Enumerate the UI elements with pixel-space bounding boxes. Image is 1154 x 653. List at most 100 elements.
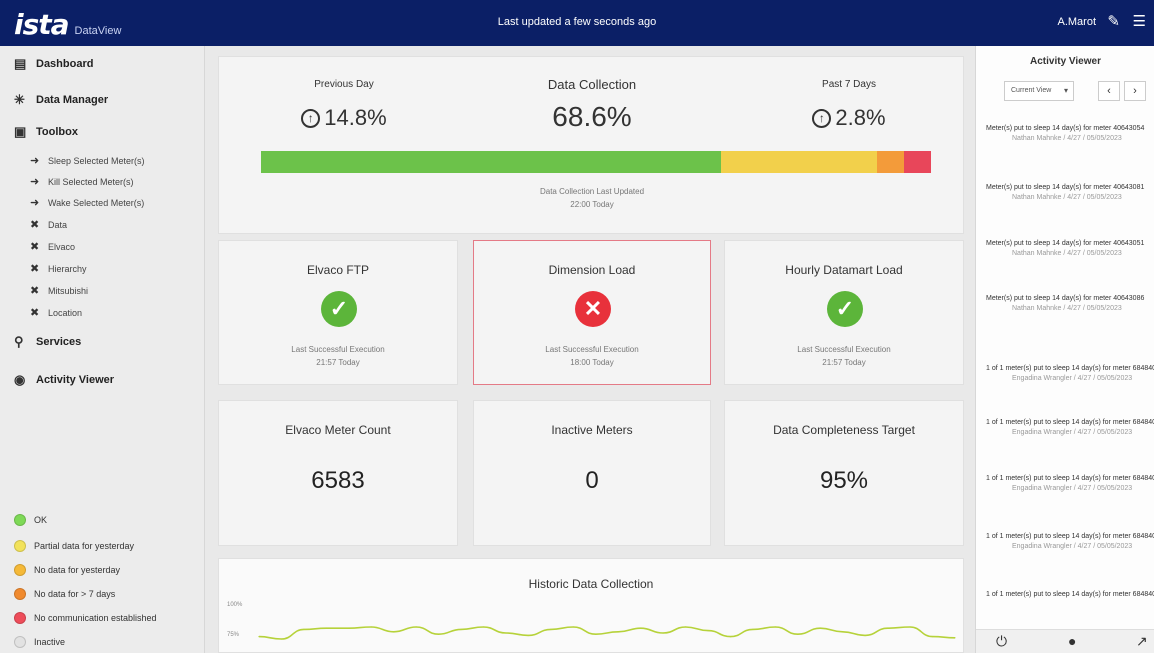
stat-card-title: Inactive Meters [551, 423, 633, 437]
user-name[interactable]: A.Marot [1057, 16, 1096, 28]
activity-filter-select[interactable]: Current View ▾ [1004, 81, 1074, 101]
toolbox-item-label: Elvaco [48, 241, 76, 252]
data-point [797, 633, 799, 635]
status-card-time: 21:57 Today [822, 358, 866, 367]
data-point [370, 626, 372, 628]
data-point [438, 633, 440, 635]
sidebar-item-services[interactable]: ⚲ Services [14, 334, 81, 350]
top-bar: ista DataView Last updated a few seconds… [0, 0, 1154, 46]
sidebar-item-activity-viewer[interactable]: ◉ Activity Viewer [14, 372, 114, 388]
past-7-days-label: Past 7 Days [822, 79, 876, 90]
data-point [662, 632, 664, 634]
data-point [415, 626, 417, 628]
historic-data-collection-card: Historic Data Collection 100% 75% [218, 558, 964, 653]
link-icon[interactable]: ↗ [1136, 633, 1148, 650]
toolbox-item-elvaco[interactable]: ✖ Elvaco [30, 240, 75, 253]
progress-segment-ok [261, 151, 721, 173]
data-point [348, 627, 350, 629]
data-collection-label: Data Collection [547, 77, 637, 92]
legend-item-no-data-7-days: No data for > 7 days [14, 588, 115, 600]
data-point [909, 626, 911, 628]
data-point [258, 636, 260, 638]
arrow-right-icon: ➜ [30, 197, 40, 209]
data-collection-card: Previous Day ↑ 14.8% Data Collection 68.6… [218, 56, 964, 234]
data-point [707, 630, 709, 632]
activity-text: Meter(s) put to sleep 14 day(s) for mete… [986, 240, 1145, 247]
data-point [325, 627, 327, 629]
last-updated-status: Last updated a few seconds ago [497, 16, 657, 28]
status-card-hourly-datamart-load[interactable]: Hourly Datamart Load ✓ Last Successful E… [724, 240, 964, 385]
power-icon[interactable]: ⏻ [996, 633, 1007, 650]
past-7-days-value: ↑ 2.8% [774, 105, 924, 131]
tools-icon: ✖ [30, 307, 40, 319]
toolbox-item-label: Hierarchy [48, 263, 87, 274]
stat-card-data-completeness-target: Data Completeness Target 95% [724, 400, 964, 546]
activity-viewer-title: Activity Viewer [1030, 56, 1101, 67]
menu-icon[interactable]: ☰ [1133, 12, 1146, 30]
toolbox-item-label: Kill Selected Meter(s) [48, 176, 134, 187]
data-point [550, 628, 552, 630]
status-card-caption-label: Last Successful Execution [797, 345, 891, 354]
toolbox-item-wake[interactable]: ➜ Wake Selected Meter(s) [30, 196, 144, 209]
legend-label: No data for yesterday [34, 565, 121, 575]
data-point [774, 626, 776, 628]
edit-icon[interactable]: ✎ [1107, 12, 1120, 30]
legend-dot [14, 564, 26, 576]
toolbox-item-hierarchy[interactable]: ✖ Hierarchy [30, 262, 87, 275]
activity-item[interactable]: 1 of 1 meter(s) put to sleep 14 day(s) f… [986, 474, 1154, 494]
data-point [640, 627, 642, 629]
data-point [729, 636, 732, 638]
status-card-dimension-load[interactable]: Dimension Load ✕ Last Successful Executi… [473, 240, 711, 385]
arrow-right-icon: ➜ [30, 176, 40, 188]
legend-label: No data for > 7 days [34, 589, 116, 599]
activity-item[interactable]: Meter(s) put to sleep 14 day(s) for mete… [986, 183, 1154, 203]
status-card-caption: Last Successful Execution 21:57 Today [219, 343, 457, 369]
toolbox-item-label: Data [48, 219, 68, 230]
next-page-button[interactable]: › [1124, 81, 1146, 101]
sidebar-item-dashboard[interactable]: ▤ Dashboard [14, 56, 93, 72]
activity-item[interactable]: Meter(s) put to sleep 14 day(s) for mete… [986, 124, 1154, 144]
previous-day-percent: 14.8% [324, 105, 387, 130]
toolbox-item-label: Wake Selected Meter(s) [48, 197, 145, 208]
data-point [572, 626, 574, 628]
toolbox-item-kill[interactable]: ➜ Kill Selected Meter(s) [30, 175, 134, 188]
legend-item-ok: OK [14, 514, 47, 526]
data-point [617, 631, 619, 633]
stat-card-value: 95% [819, 467, 869, 494]
legend-dot [14, 514, 26, 526]
arrow-up-circle-icon: ↑ [812, 109, 832, 128]
data-point [280, 638, 283, 640]
legend-label: Partial data for yesterday [34, 541, 135, 551]
progress-segment-no-communication [904, 151, 931, 173]
sidebar-item-data-manager[interactable]: ✳ Data Manager [14, 92, 108, 108]
tools-icon: ✖ [30, 285, 40, 297]
activity-text: 1 of 1 meter(s) put to sleep 14 day(s) f… [986, 533, 1154, 540]
toolbox-item-location[interactable]: ✖ Location [30, 306, 82, 319]
activity-item[interactable]: 1 of 1 meter(s) put to sleep 14 day(s) f… [986, 364, 1154, 384]
collection-last-updated-label: Data Collection Last Updated [539, 187, 645, 196]
stat-card-value: 0 [585, 467, 599, 494]
activity-item[interactable]: 1 of 1 meter(s) put to sleep 14 day(s) f… [986, 418, 1154, 438]
toolbox-item-sleep[interactable]: ➜ Sleep Selected Meter(s) [30, 154, 145, 167]
activity-author: Engadina Wrangler / 4/27 / 05/05/2023 [1012, 375, 1133, 382]
toolbox-item-label: Location [48, 307, 83, 318]
activity-item[interactable]: Meter(s) put to sleep 14 day(s) for mete… [986, 294, 1154, 314]
activity-author: Nathan Mahnke / 4/27 / 05/05/2023 [1012, 305, 1122, 312]
activity-item[interactable]: Meter(s) put to sleep 14 day(s) for mete… [986, 239, 1154, 259]
sidebar-item-toolbox[interactable]: ▣ Toolbox [14, 124, 78, 140]
activity-item[interactable]: 1 of 1 meter(s) put to sleep 14 day(s) f… [986, 590, 1154, 600]
data-point [595, 633, 597, 635]
legend-item-partial: Partial data for yesterday [14, 540, 134, 552]
user-icon[interactable]: ● [1068, 633, 1076, 649]
toolbox-item-label: Mitsubishi [48, 285, 89, 296]
status-card-caption: Last Successful Execution 18:00 Today [474, 343, 710, 369]
sidebar: ▤ Dashboard ✳ Data Manager ▣ Toolbox ➜ S… [0, 46, 205, 653]
status-card-elvaco-ftp[interactable]: Elvaco FTP ✓ Last Successful Execution 2… [218, 240, 458, 385]
toolbox-item-data[interactable]: ✖ Data [30, 218, 67, 231]
previous-page-button[interactable]: ‹ [1098, 81, 1120, 101]
logo[interactable]: ista DataView [14, 8, 121, 41]
activity-item[interactable]: 1 of 1 meter(s) put to sleep 14 day(s) f… [986, 532, 1154, 552]
data-point [842, 631, 844, 633]
activity-icon: ◉ [14, 372, 26, 387]
toolbox-item-mitsubishi[interactable]: ✖ Mitsubishi [30, 284, 88, 297]
